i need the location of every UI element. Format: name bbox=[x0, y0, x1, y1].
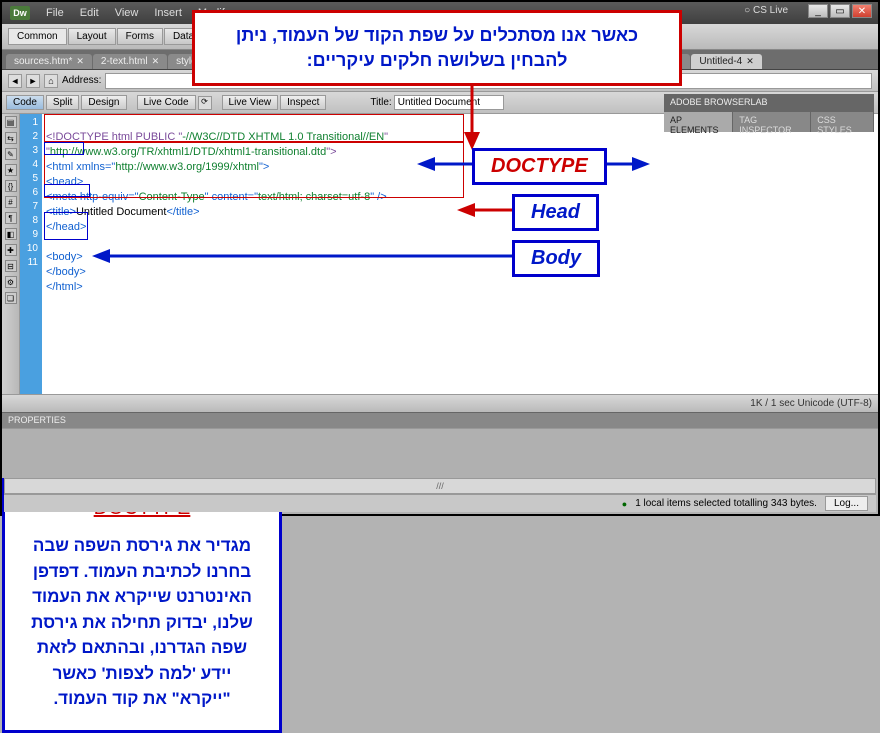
highlight-doctype bbox=[44, 114, 464, 142]
cslive-label[interactable]: CS Live bbox=[744, 5, 788, 16]
minimize-button[interactable]: _ bbox=[808, 4, 828, 18]
tool-icon[interactable]: # bbox=[5, 196, 17, 208]
close-icon[interactable]: ✕ bbox=[152, 56, 160, 67]
callout-head-label: Head bbox=[512, 194, 599, 231]
close-icon[interactable]: ✕ bbox=[76, 56, 84, 67]
menu-insert[interactable]: Insert bbox=[148, 7, 188, 19]
highlight-head-open bbox=[44, 142, 84, 155]
back-icon[interactable]: ◄ bbox=[8, 74, 22, 88]
callout-doctype-label: DOCTYPE bbox=[472, 148, 607, 185]
menu-view[interactable]: View bbox=[109, 7, 145, 19]
arrow-right-icon bbox=[600, 154, 650, 174]
doc-tab-active[interactable]: Untitled-4✕ bbox=[691, 54, 761, 69]
highlight-head-close bbox=[44, 184, 90, 197]
maximize-button[interactable]: ▭ bbox=[830, 4, 850, 18]
doc-tab[interactable]: 2-text.html✕ bbox=[93, 54, 167, 69]
title-label: Title: bbox=[370, 97, 391, 108]
close-button[interactable]: ✕ bbox=[852, 4, 872, 18]
tool-icon[interactable]: ◧ bbox=[5, 228, 17, 240]
callout-right-body: מגדיר את גירסת השפה שבה בחרנו לכתיבת העמ… bbox=[31, 536, 253, 708]
callout-top: כאשר אנו מסתכלים על שפת הקוד של העמוד, נ… bbox=[192, 10, 682, 86]
tool-icon[interactable]: ❏ bbox=[5, 292, 17, 304]
app-logo: Dw bbox=[10, 6, 30, 20]
menu-edit[interactable]: Edit bbox=[74, 7, 105, 19]
live-view-button[interactable]: Live View bbox=[222, 95, 279, 110]
view-split-button[interactable]: Split bbox=[46, 95, 79, 110]
doc-tab[interactable]: sources.htm*✕ bbox=[6, 54, 92, 69]
callout-right: DOCTYPE מגדיר את גירסת השפה שבה בחרנו לכ… bbox=[2, 478, 282, 733]
bottom-strip: /// bbox=[4, 478, 876, 494]
arrow-left-icon bbox=[92, 246, 517, 266]
tab-layout[interactable]: Layout bbox=[68, 28, 116, 45]
view-design-button[interactable]: Design bbox=[81, 95, 126, 110]
window-controls: _ ▭ ✕ bbox=[808, 4, 872, 18]
tool-icon[interactable]: ✚ bbox=[5, 244, 17, 256]
address-label: Address: bbox=[62, 75, 101, 86]
refresh-icon[interactable]: ⟳ bbox=[198, 96, 212, 110]
tab-forms[interactable]: Forms bbox=[117, 28, 163, 45]
properties-title[interactable]: PROPERTIES bbox=[2, 412, 878, 428]
forward-icon[interactable]: ► bbox=[26, 74, 40, 88]
tool-icon[interactable]: {} bbox=[5, 180, 17, 192]
status-bar: 1K / 1 sec Unicode (UTF-8) bbox=[2, 394, 878, 412]
line-gutter: 1234567891011 bbox=[20, 114, 42, 394]
home-icon[interactable]: ⌂ bbox=[44, 74, 58, 88]
tool-icon[interactable]: ✎ bbox=[5, 148, 17, 160]
arrow-left-icon bbox=[417, 154, 477, 174]
tool-icon[interactable]: ⚙ bbox=[5, 276, 17, 288]
tool-icon[interactable]: ⇆ bbox=[5, 132, 17, 144]
log-button[interactable]: Log... bbox=[825, 496, 868, 511]
highlight-body bbox=[44, 212, 88, 240]
inspect-button[interactable]: Inspect bbox=[280, 95, 326, 110]
callout-body-label: Body bbox=[512, 240, 600, 277]
menu-file[interactable]: File bbox=[40, 7, 70, 19]
tab-common[interactable]: Common bbox=[8, 28, 67, 45]
tool-icon[interactable]: ★ bbox=[5, 164, 17, 176]
panel-browserlab[interactable]: ADOBE BROWSERLAB bbox=[664, 94, 874, 112]
arrow-left-icon bbox=[457, 200, 517, 220]
tool-icon[interactable]: ¶ bbox=[5, 212, 17, 224]
highlight-head-block bbox=[44, 142, 464, 198]
tool-icon[interactable]: ▤ bbox=[5, 116, 17, 128]
view-code-button[interactable]: Code bbox=[6, 95, 44, 110]
code-toolbar: ▤ ⇆ ✎ ★ {} # ¶ ◧ ✚ ⊟ ⚙ ❏ bbox=[2, 114, 20, 394]
tool-icon[interactable]: ⊟ bbox=[5, 260, 17, 272]
status-info: 1K / 1 sec Unicode (UTF-8) bbox=[750, 398, 872, 409]
properties-panel bbox=[2, 428, 878, 478]
close-icon[interactable]: ✕ bbox=[746, 56, 754, 67]
footer-bar: ● 1 local items selected totalling 343 b… bbox=[4, 494, 876, 512]
live-code-button[interactable]: Live Code bbox=[137, 95, 196, 110]
footer-message: 1 local items selected totalling 343 byt… bbox=[635, 498, 817, 509]
